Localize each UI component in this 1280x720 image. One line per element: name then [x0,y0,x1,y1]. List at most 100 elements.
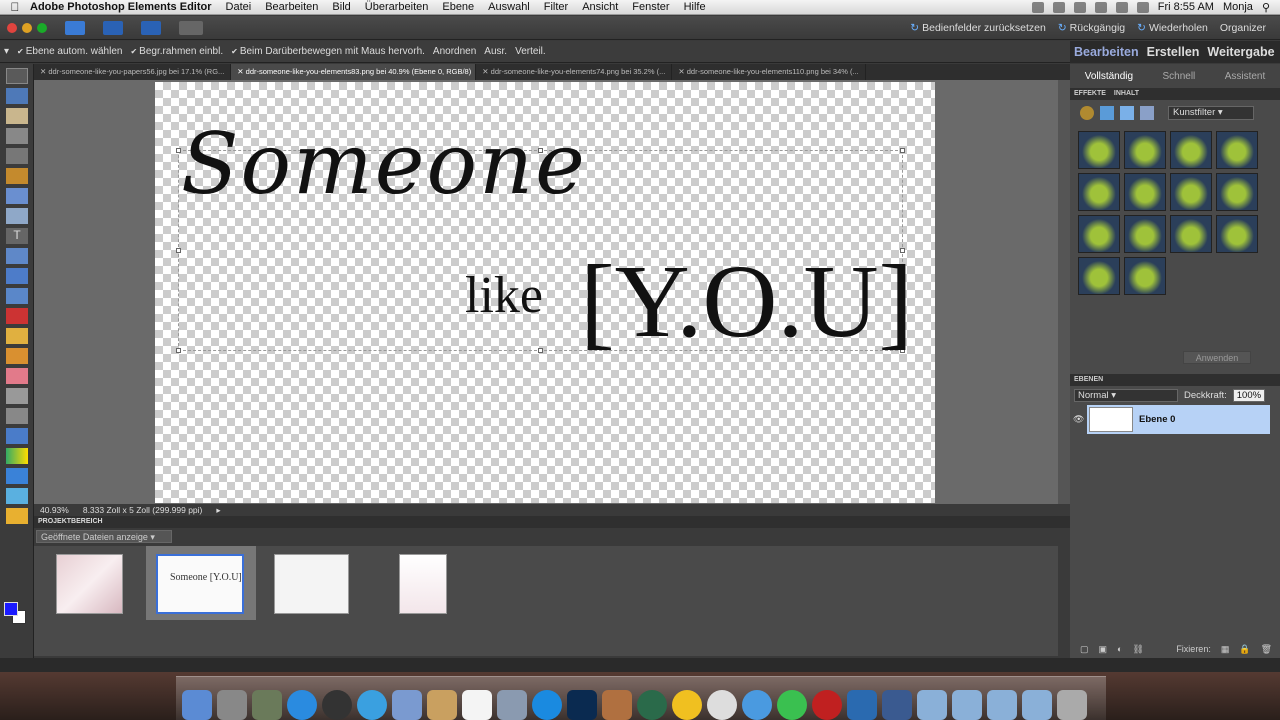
image-app-icon[interactable] [602,690,632,720]
photos-icon[interactable] [497,690,527,720]
tab-weitergabe[interactable]: Weitergabe [1203,45,1278,59]
spotlight-icon[interactable]: ⚲ [1262,1,1270,14]
layer-name[interactable]: Ebene 0 [1139,414,1175,425]
effect-thumbnail[interactable] [1078,257,1120,295]
vertical-scrollbar[interactable] [1058,80,1070,504]
effect-thumbnail[interactable] [1124,173,1166,211]
label-print-icon[interactable] [707,690,737,720]
preview-icon[interactable] [392,690,422,720]
app-menu[interactable]: Adobe Photoshop Elements Editor [30,1,212,13]
adjustment-layer-icon[interactable]: ◐ [1117,644,1122,654]
tab-erstellen[interactable]: Erstellen [1143,45,1204,59]
filters-icon[interactable] [1080,106,1094,120]
new-group-icon[interactable]: ▣ [1099,644,1108,655]
effect-thumbnail[interactable] [1124,257,1166,295]
align-dropdown[interactable]: Ausr. [484,46,507,57]
canvas-area[interactable]: Someone like [Y.O.U] [34,80,1070,504]
apply-button[interactable]: Anwenden [1183,351,1251,364]
redo-button[interactable]: Wiederholen [1137,22,1208,34]
smart-brush-tool-icon[interactable] [6,408,28,424]
menu-auswahl[interactable]: Auswahl [488,1,530,13]
move-tool-icon[interactable] [6,68,28,84]
effect-thumbnail[interactable] [1170,215,1212,253]
minimize-window-button[interactable] [22,22,32,33]
user-menu[interactable]: Monja [1223,1,1253,13]
calendar-icon[interactable] [462,690,492,720]
tab-schnell[interactable]: Schnell [1162,71,1195,82]
new-layer-icon[interactable]: ▢ [1080,644,1089,655]
workspace-icon[interactable] [847,690,877,720]
lasso-tool-icon[interactable] [6,168,28,184]
doc-tab[interactable]: ✕ ddr-someone-like-you-elements74.png be… [476,64,673,80]
potion-app-icon[interactable] [777,690,807,720]
effect-thumbnail[interactable] [1078,131,1120,169]
folder-icon[interactable] [987,690,1017,720]
tab-assistent[interactable]: Assistent [1225,71,1266,82]
brush-tool-icon[interactable] [6,388,28,404]
stamp-tool-icon[interactable] [6,348,28,364]
effect-thumbnail[interactable] [1124,131,1166,169]
effect-thumbnail[interactable] [1216,173,1258,211]
reset-panels-button[interactable]: Bedienfelder zurücksetzen [910,22,1046,34]
cookie-cutter-tool-icon[interactable] [6,268,28,284]
blend-mode-select[interactable]: Normal ▾ [1074,388,1178,402]
project-thumbnail[interactable] [274,554,349,614]
link-icon[interactable]: ⛓ [1132,644,1143,655]
hover-highlight-checkbox[interactable]: Beim Darüberbewegen mit Maus hervorh. [231,46,425,57]
layer-styles-icon[interactable] [1100,106,1114,120]
transform-handle[interactable] [900,148,905,153]
menu-ebene[interactable]: Ebene [442,1,474,13]
trash-icon[interactable] [1057,690,1087,720]
screen-mode-icon[interactable] [179,20,203,35]
paint-bucket-tool-icon[interactable] [6,428,28,444]
filter-category-select[interactable]: Kunstfilter ▾ [1168,106,1254,120]
status-icon[interactable] [1073,1,1086,13]
show-all-icon[interactable] [1140,106,1154,120]
effect-thumbnail[interactable] [1170,173,1212,211]
foreground-color-swatch[interactable] [4,602,18,616]
effect-thumbnail[interactable] [1078,173,1120,211]
doc-tab[interactable]: ✕ ddr-someone-like-you-papers56.jpg bei … [34,64,232,80]
lock-all-icon[interactable]: 🔒 [1239,644,1250,655]
battery-icon[interactable] [1136,1,1149,13]
magic-wand-tool-icon[interactable] [6,188,28,204]
transform-handle[interactable] [176,248,181,253]
doc-tab-active[interactable]: ✕ ddr-someone-like-you-elements83.png be… [231,64,477,80]
delete-layer-icon[interactable]: 🗑 [1261,644,1272,655]
status-icon[interactable] [1052,1,1065,13]
menu-ansicht[interactable]: Ansicht [582,1,618,13]
folder-icon[interactable] [917,690,947,720]
menu-datei[interactable]: Datei [226,1,252,13]
crop-tool-icon[interactable] [6,248,28,264]
tab-bearbeiten[interactable]: Bearbeiten [1070,45,1143,59]
distribute-dropdown[interactable]: Verteil. [515,46,546,57]
menu-bild[interactable]: Bild [332,1,350,13]
effect-thumbnail[interactable] [1170,131,1212,169]
project-thumbnail[interactable] [56,554,123,614]
effect-thumbnail[interactable] [1216,215,1258,253]
apple-menu-icon[interactable]:  [0,0,30,14]
itunes-icon[interactable] [532,690,562,720]
app-store-icon[interactable] [287,690,317,720]
effect-thumbnail[interactable] [1216,131,1258,169]
gradient-tool-icon[interactable] [6,448,28,464]
zoom-level[interactable]: 40.93% [40,505,69,515]
healing-tool-icon[interactable] [6,328,28,344]
undo-button[interactable]: Rückgängig [1058,22,1125,34]
effect-thumbnail[interactable] [1124,215,1166,253]
opacity-input[interactable]: 100% [1232,388,1265,402]
straighten-tool-icon[interactable] [6,288,28,304]
new-file-icon[interactable] [65,20,85,35]
menu-hilfe[interactable]: Hilfe [684,1,706,13]
clock[interactable]: Fri 8:55 AM [1158,1,1214,13]
status-menu-icon[interactable]: ▸ [216,505,220,516]
help-icon[interactable] [141,20,161,35]
red-eye-tool-icon[interactable] [6,308,28,324]
menu-ueberarbeiten[interactable]: Überarbeiten [365,1,429,13]
document-canvas[interactable]: Someone like [Y.O.U] [155,82,935,503]
hand-tool-icon[interactable] [6,108,28,124]
bounding-box-checkbox[interactable]: Begr.rahmen einbl. [130,46,223,57]
organizer-button[interactable]: Organizer [1220,22,1266,34]
lock-transparency-icon[interactable]: ▦ [1221,644,1230,655]
layer-row[interactable]: Ebene 0 [1087,405,1270,434]
